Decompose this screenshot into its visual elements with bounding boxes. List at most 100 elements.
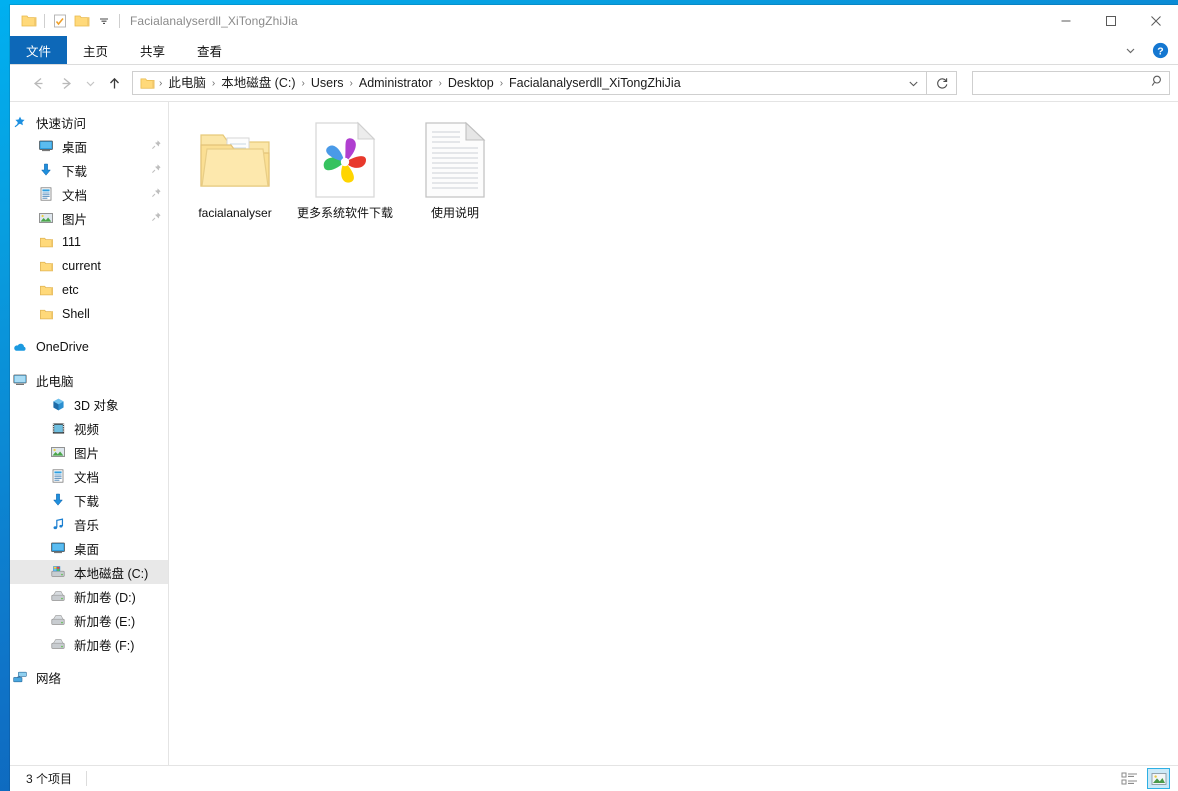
sidebar-item-desktop[interactable]: 桌面	[10, 134, 168, 158]
sidebar-item-volume-f[interactable]: 新加卷 (F:)	[10, 632, 168, 656]
sidebar-item-shell[interactable]: Shell	[10, 302, 168, 326]
maximize-button[interactable]	[1088, 5, 1133, 36]
sidebar-item-downloads[interactable]: 下载	[10, 158, 168, 182]
breadcrumb-item-local-disk-c[interactable]: 本地磁盘 (C:)	[217, 72, 299, 94]
sidebar-item-pictures[interactable]: 图片	[10, 206, 168, 230]
pin-icon[interactable]	[151, 187, 162, 201]
search-box[interactable]	[972, 71, 1170, 95]
explorer-body: 快速访问 桌面 下载 文档 图片 111 current etc Shell O…	[10, 101, 1178, 765]
qat-separator-1	[44, 13, 45, 28]
this-pc-icon	[10, 370, 30, 390]
minimize-button[interactable]	[1043, 5, 1088, 36]
sidebar-item-label: 视频	[74, 422, 100, 437]
sidebar-item-volume-e[interactable]: 新加卷 (E:)	[10, 608, 168, 632]
ribbon-right-controls: ?	[1116, 36, 1174, 65]
sidebar-item-label: 3D 对象	[74, 398, 119, 413]
search-input[interactable]	[979, 76, 1151, 90]
sidebar-item-music[interactable]: 音乐	[10, 512, 168, 536]
sidebar-item-111[interactable]: 111	[10, 230, 168, 254]
sidebar-item-label: current	[62, 259, 101, 273]
pin-icon[interactable]	[151, 139, 162, 153]
sidebar-item-desktop[interactable]: 桌面	[10, 536, 168, 560]
music-icon	[48, 514, 68, 534]
documents-icon	[36, 184, 56, 204]
folder-icon	[195, 120, 275, 200]
text-document-icon	[415, 120, 495, 200]
refresh-button[interactable]	[927, 71, 957, 95]
sidebar-item-label: 桌面	[74, 542, 100, 557]
pinwheel-shortcut-icon	[305, 120, 385, 200]
sidebar-item-3d-objects[interactable]: 3D 对象	[10, 392, 168, 416]
pictures-icon	[36, 208, 56, 228]
large-icons-view-button[interactable]	[1147, 768, 1170, 789]
chevron-down-icon[interactable]	[1116, 39, 1144, 63]
sidebar-item-onedrive[interactable]: OneDrive	[10, 335, 168, 359]
window-title: Facialanalyserdll_XiTongZhiJia	[130, 13, 298, 28]
sidebar-item-label: 文档	[62, 188, 88, 203]
breadcrumb-dropdown-icon[interactable]	[902, 78, 924, 89]
breadcrumb-separator: ›	[211, 77, 216, 89]
recent-locations-button[interactable]	[80, 70, 100, 96]
sidebar-item-pictures[interactable]: 图片	[10, 440, 168, 464]
breadcrumb-item-administrator[interactable]: Administrator	[355, 72, 437, 94]
tab-file[interactable]: 文件	[10, 36, 68, 64]
folder-icon[interactable]	[18, 10, 40, 32]
sidebar-item-videos[interactable]: 视频	[10, 416, 168, 440]
sidebar-item-documents[interactable]: 文档	[10, 464, 168, 488]
3d-objects-icon	[48, 394, 68, 414]
customize-dropdown-icon[interactable]	[93, 10, 115, 32]
breadcrumb[interactable]: › 此电脑 › 本地磁盘 (C:) › Users › Administrato…	[132, 71, 927, 95]
back-button[interactable]	[24, 70, 52, 96]
sidebar-item-local-disk-c[interactable]: 本地磁盘 (C:)	[10, 560, 168, 584]
up-button[interactable]	[100, 70, 128, 96]
sidebar-item-documents[interactable]: 文档	[10, 182, 168, 206]
file-item-shortcut[interactable]: 更多系统软件下载	[293, 116, 397, 238]
navigation-pane[interactable]: 快速访问 桌面 下载 文档 图片 111 current etc Shell O…	[10, 102, 169, 765]
downloads-icon	[48, 490, 68, 510]
sidebar-group-quick-access[interactable]: 快速访问	[10, 110, 168, 134]
sidebar-item-label: 下载	[74, 494, 100, 509]
tab-home[interactable]: 主页	[67, 36, 124, 64]
file-item-label: 使用说明	[430, 206, 479, 220]
onedrive-icon	[10, 337, 30, 357]
file-item-folder[interactable]: facialanalyser	[183, 116, 287, 238]
sidebar-item-label: etc	[62, 283, 79, 297]
breadcrumb-item-current-folder[interactable]: Facialanalyserdll_XiTongZhiJia	[505, 72, 685, 94]
breadcrumb-item-this-pc[interactable]: 此电脑	[164, 72, 210, 94]
new-folder-icon[interactable]	[71, 10, 93, 32]
sidebar-item-label: 文档	[74, 470, 100, 485]
close-button[interactable]	[1133, 5, 1178, 36]
pin-icon[interactable]	[151, 163, 162, 177]
sidebar-item-label: 音乐	[74, 518, 100, 533]
folder-icon	[36, 256, 56, 276]
sidebar-item-label: 网络	[36, 671, 62, 686]
tab-view[interactable]: 查看	[181, 36, 238, 64]
search-icon	[1151, 74, 1165, 93]
details-view-button[interactable]	[1118, 768, 1141, 789]
sidebar-item-volume-d[interactable]: 新加卷 (D:)	[10, 584, 168, 608]
forward-button[interactable]	[52, 70, 80, 96]
tab-share[interactable]: 共享	[124, 36, 181, 64]
breadcrumb-separator: ›	[159, 77, 163, 89]
breadcrumb-item-users[interactable]: Users	[307, 72, 348, 94]
breadcrumb-item-desktop[interactable]: Desktop	[444, 72, 498, 94]
sidebar-group-this-pc[interactable]: 此电脑	[10, 368, 168, 392]
file-item-text-document[interactable]: 使用说明	[403, 116, 507, 238]
desktop-icon	[48, 538, 68, 558]
properties-icon[interactable]	[49, 10, 71, 32]
sidebar-item-label: 图片	[62, 212, 88, 227]
system-drive-icon	[48, 562, 68, 582]
qat-separator-2	[119, 13, 120, 28]
sidebar-item-current[interactable]: current	[10, 254, 168, 278]
sidebar-item-label: 新加卷 (E:)	[74, 614, 136, 629]
sidebar-item-downloads[interactable]: 下载	[10, 488, 168, 512]
sidebar-item-etc[interactable]: etc	[10, 278, 168, 302]
file-list-view[interactable]: facialanalyser 更多系统软件下载 使用说明	[169, 102, 1178, 765]
breadcrumb-separator: ›	[499, 77, 504, 89]
status-separator	[86, 771, 88, 786]
sidebar-item-network[interactable]: 网络	[10, 665, 168, 689]
documents-icon	[48, 466, 68, 486]
pin-icon[interactable]	[151, 211, 162, 225]
help-icon[interactable]: ?	[1146, 39, 1174, 63]
